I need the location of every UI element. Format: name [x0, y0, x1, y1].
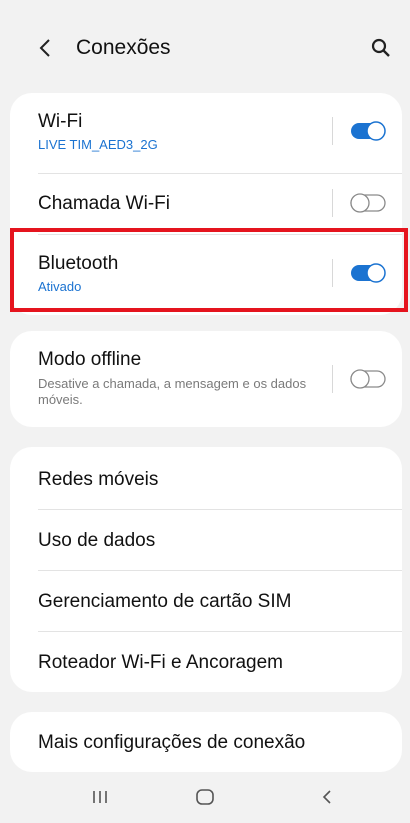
offline-row[interactable]: Modo offline Desative a chamada, a mensa… — [10, 331, 402, 427]
bluetooth-row[interactable]: Bluetooth Ativado — [10, 235, 402, 313]
more-settings-card: Mais configurações de conexão — [10, 712, 402, 772]
bluetooth-status: Ativado — [38, 279, 82, 294]
separator — [332, 365, 333, 393]
separator — [332, 259, 333, 287]
chevron-left-icon — [39, 39, 50, 57]
back-button[interactable] — [34, 34, 56, 62]
offline-card: Modo offline Desative a chamada, a mensa… — [10, 331, 402, 427]
menu-item-hotspot-tethering[interactable]: Roteador Wi-Fi e Ancoragem — [10, 632, 402, 692]
menu-item-label: Roteador Wi-Fi e Ancoragem — [38, 652, 283, 673]
wifi-row[interactable]: Wi-Fi LIVE TIM_AED3_2G — [10, 93, 402, 169]
wifi-network-name: LIVE TIM_AED3_2G — [38, 137, 158, 152]
menu-item-label: Gerenciamento de cartão SIM — [38, 591, 292, 612]
menu-item-data-usage[interactable]: Uso de dados — [10, 510, 402, 570]
nav-back-button[interactable] — [312, 783, 342, 811]
search-button[interactable] — [368, 34, 394, 62]
menu-item-sim-manager[interactable]: Gerenciamento de cartão SIM — [10, 571, 402, 631]
divider — [38, 173, 402, 174]
wifi-toggle[interactable] — [350, 121, 386, 141]
more-settings-label: Mais configurações de conexão — [38, 732, 306, 753]
connections-card: Wi-Fi LIVE TIM_AED3_2G Chamada Wi-Fi Blu… — [10, 93, 402, 315]
bluetooth-toggle[interactable] — [350, 263, 386, 283]
menu-item-label: Uso de dados — [38, 530, 156, 551]
menu-card: Redes móveis Uso de dados Gerenciamento … — [10, 447, 402, 692]
menu-item-mobile-networks[interactable]: Redes móveis — [10, 447, 402, 509]
system-nav-bar — [0, 770, 410, 823]
separator — [332, 117, 333, 145]
bluetooth-label: Bluetooth — [38, 253, 119, 274]
wifi-calling-row[interactable]: Chamada Wi-Fi — [10, 175, 402, 233]
wifi-calling-toggle[interactable] — [350, 193, 386, 213]
search-icon — [371, 38, 390, 57]
home-icon — [196, 789, 214, 805]
menu-item-label: Redes móveis — [38, 469, 159, 490]
home-button[interactable] — [190, 783, 220, 811]
offline-label: Modo offline — [38, 349, 142, 370]
back-icon — [322, 790, 331, 804]
more-connection-settings-item[interactable]: Mais configurações de conexão — [10, 712, 402, 772]
page-title: Conexões — [76, 36, 171, 59]
app-bar: Conexões — [0, 0, 410, 90]
recent-apps-button[interactable] — [85, 783, 115, 811]
offline-description: Desative a chamada, a mensagem e os dado… — [38, 376, 307, 407]
recent-apps-icon — [93, 791, 107, 803]
offline-toggle[interactable] — [350, 369, 386, 389]
separator — [332, 189, 333, 217]
wifi-label: Wi-Fi — [38, 111, 83, 132]
wifi-calling-label: Chamada Wi-Fi — [38, 193, 170, 214]
